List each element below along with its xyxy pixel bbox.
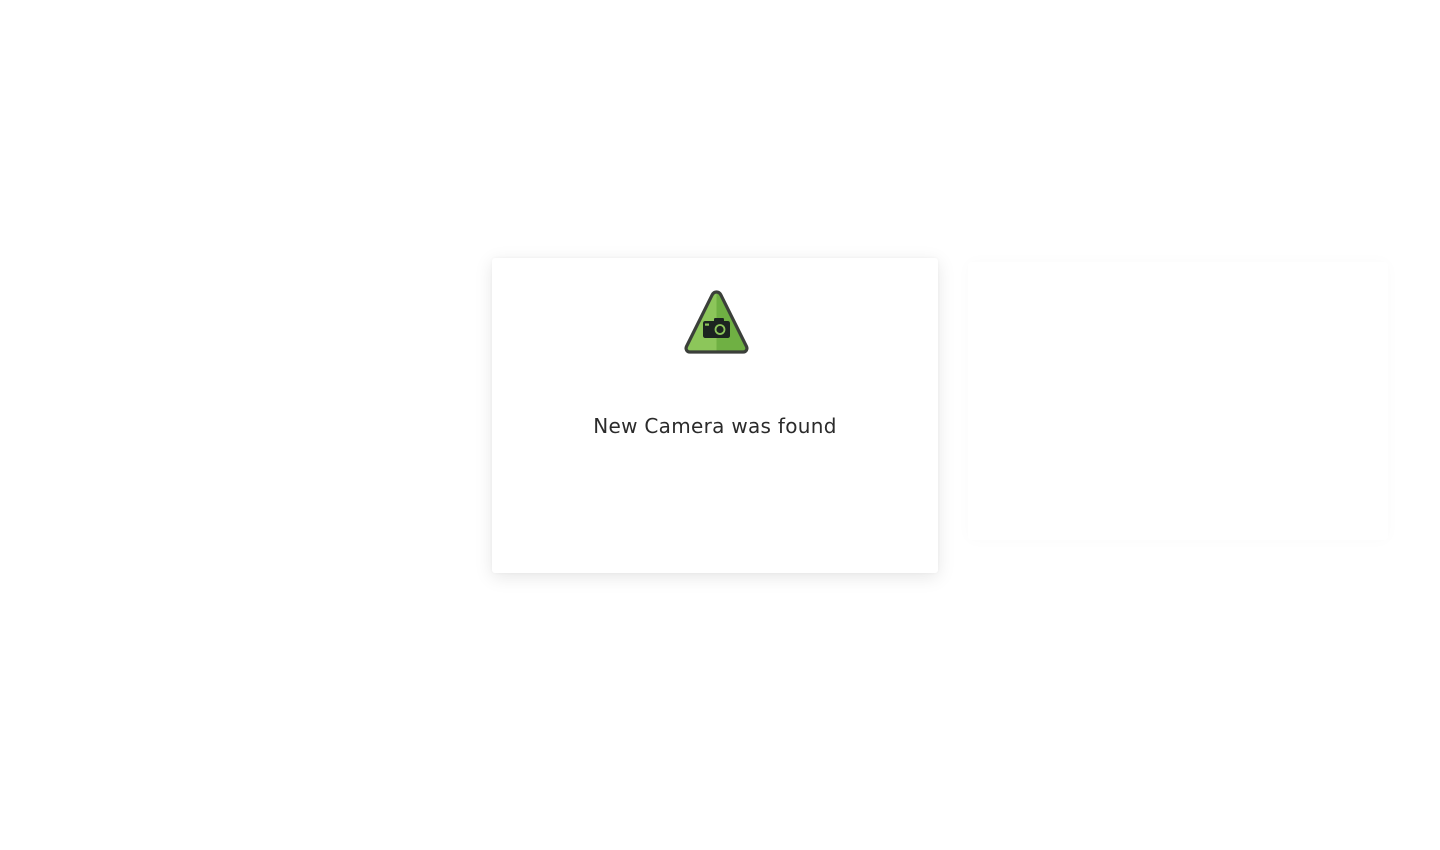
screen: New Camera was found [0, 0, 1440, 850]
background-panel [968, 262, 1388, 540]
dialog-message: New Camera was found [593, 414, 837, 438]
new-camera-dialog: New Camera was found [492, 258, 938, 573]
camera-warning-icon [682, 288, 751, 356]
camera-glyph [703, 318, 730, 338]
